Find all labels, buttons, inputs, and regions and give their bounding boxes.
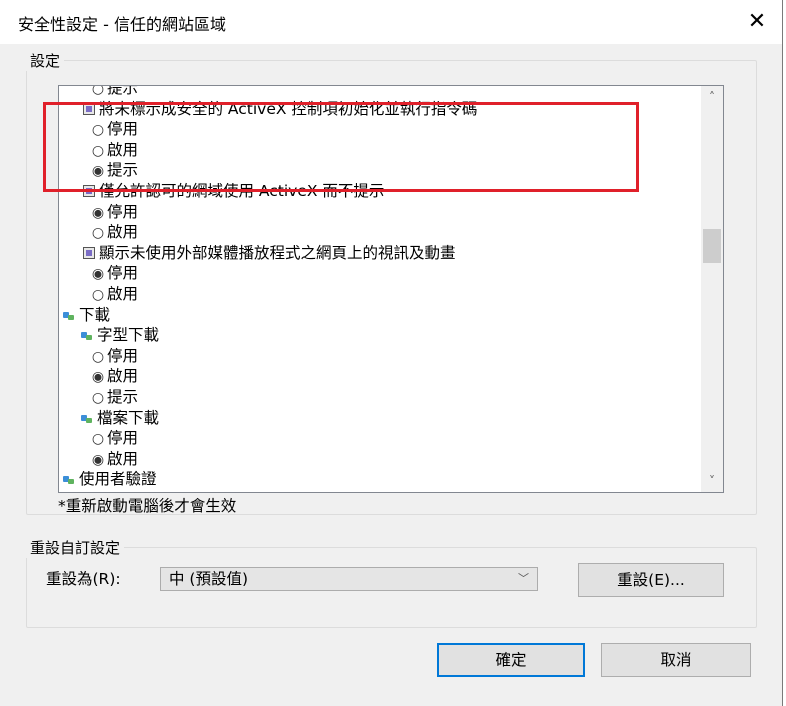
tree-item-label: 下載 xyxy=(79,305,111,324)
radio-unselected-icon[interactable]: ○ xyxy=(89,285,107,306)
tree-item-label: 停用 xyxy=(107,202,139,221)
settings-group-legend: 設定 xyxy=(30,52,61,70)
setting-category: 字型下載 xyxy=(59,325,699,346)
reset-button[interactable]: 重設(E)... xyxy=(578,563,724,597)
window-edge xyxy=(782,0,783,706)
setting-category: 檔案下載 xyxy=(59,408,699,429)
radio-option[interactable]: ○ 停用 xyxy=(59,428,699,449)
radio-option[interactable]: ○ 提示 xyxy=(59,85,699,100)
tree-item-label: 提示 xyxy=(107,85,139,97)
setting-icon xyxy=(83,246,95,259)
title-bar: 安全性設定 - 信任的網站區域 ✕ xyxy=(0,0,782,44)
radio-selected-icon[interactable]: ◉ xyxy=(89,203,107,224)
reset-group-legend: 重設自訂設定 xyxy=(30,539,121,557)
tree-item-label: 啟用 xyxy=(107,449,139,468)
security-settings-dialog: 安全性設定 - 信任的網站區域 ✕ 設定 ○ 提示 將未標示成安全的 ActiveX… xyxy=(0,0,782,706)
radio-unselected-icon[interactable]: ○ xyxy=(89,429,107,450)
ok-button[interactable]: 確定 xyxy=(437,643,585,677)
tree-item-label: 使用者驗證 xyxy=(79,470,157,489)
radio-option[interactable]: ○ 啟用 xyxy=(59,222,699,243)
radio-unselected-icon[interactable]: ○ xyxy=(89,347,107,368)
tree-item-label: 啟用 xyxy=(107,284,139,303)
reset-level-value: 中 (預設值) xyxy=(169,570,249,588)
restart-note: *重新啟動電腦後才會生效 xyxy=(58,497,237,515)
scroll-up-icon[interactable]: ˄ xyxy=(701,88,723,106)
radio-option[interactable]: ◉ 啟用 xyxy=(59,449,699,470)
scrollbar-thumb[interactable] xyxy=(703,229,721,263)
setting-category: 使用者驗證 xyxy=(59,469,699,490)
radio-unselected-icon[interactable]: ○ xyxy=(89,223,107,244)
reset-to-label: 重設為(R): xyxy=(46,570,121,588)
radio-selected-icon[interactable]: ◉ xyxy=(89,264,107,285)
category-icon xyxy=(81,414,93,424)
vertical-scrollbar[interactable]: ˄ ˅ xyxy=(701,86,723,492)
tree-item-label: 停用 xyxy=(107,264,139,283)
scroll-down-icon[interactable]: ˅ xyxy=(701,472,723,490)
category-icon xyxy=(63,311,75,321)
tree-item-label: 停用 xyxy=(107,346,139,365)
category-icon xyxy=(81,331,93,341)
radio-unselected-icon[interactable]: ○ xyxy=(89,388,107,409)
setting-item: 顯示未使用外部媒體播放程式之網頁上的視訊及動畫 xyxy=(59,243,699,264)
tree-item-label: 顯示未使用外部媒體播放程式之網頁上的視訊及動畫 xyxy=(99,243,456,262)
tree-item-label: 提示 xyxy=(107,387,139,406)
radio-option[interactable]: ◉ 停用 xyxy=(59,202,699,223)
radio-option[interactable]: ◉ 啟用 xyxy=(59,366,699,387)
tree-item-label: 停用 xyxy=(107,429,139,448)
tree-item-label: 啟用 xyxy=(107,223,139,242)
red-highlight-box xyxy=(43,102,639,192)
setting-category: 下載 xyxy=(59,305,699,326)
radio-option[interactable]: ○ 啟用 xyxy=(59,284,699,305)
radio-unselected-icon[interactable]: ○ xyxy=(89,86,107,100)
tree-item-label: 啟用 xyxy=(107,367,139,386)
radio-selected-icon[interactable]: ◉ xyxy=(89,367,107,388)
radio-selected-icon[interactable]: ◉ xyxy=(89,450,107,471)
radio-option[interactable]: ○ 停用 xyxy=(59,346,699,367)
radio-option[interactable]: ○ 提示 xyxy=(59,387,699,408)
reset-level-dropdown[interactable]: 中 (預設值) ﹀ xyxy=(160,567,538,591)
category-icon xyxy=(63,475,75,485)
cancel-button[interactable]: 取消 xyxy=(601,643,751,677)
tree-item-label: 字型下載 xyxy=(97,326,160,345)
close-icon[interactable]: ✕ xyxy=(737,4,777,40)
chevron-down-icon: ﹀ xyxy=(518,572,529,585)
radio-option[interactable]: ◉ 停用 xyxy=(59,263,699,284)
tree-item-label: 檔案下載 xyxy=(97,408,160,427)
dialog-title: 安全性設定 - 信任的網站區域 xyxy=(18,15,226,34)
